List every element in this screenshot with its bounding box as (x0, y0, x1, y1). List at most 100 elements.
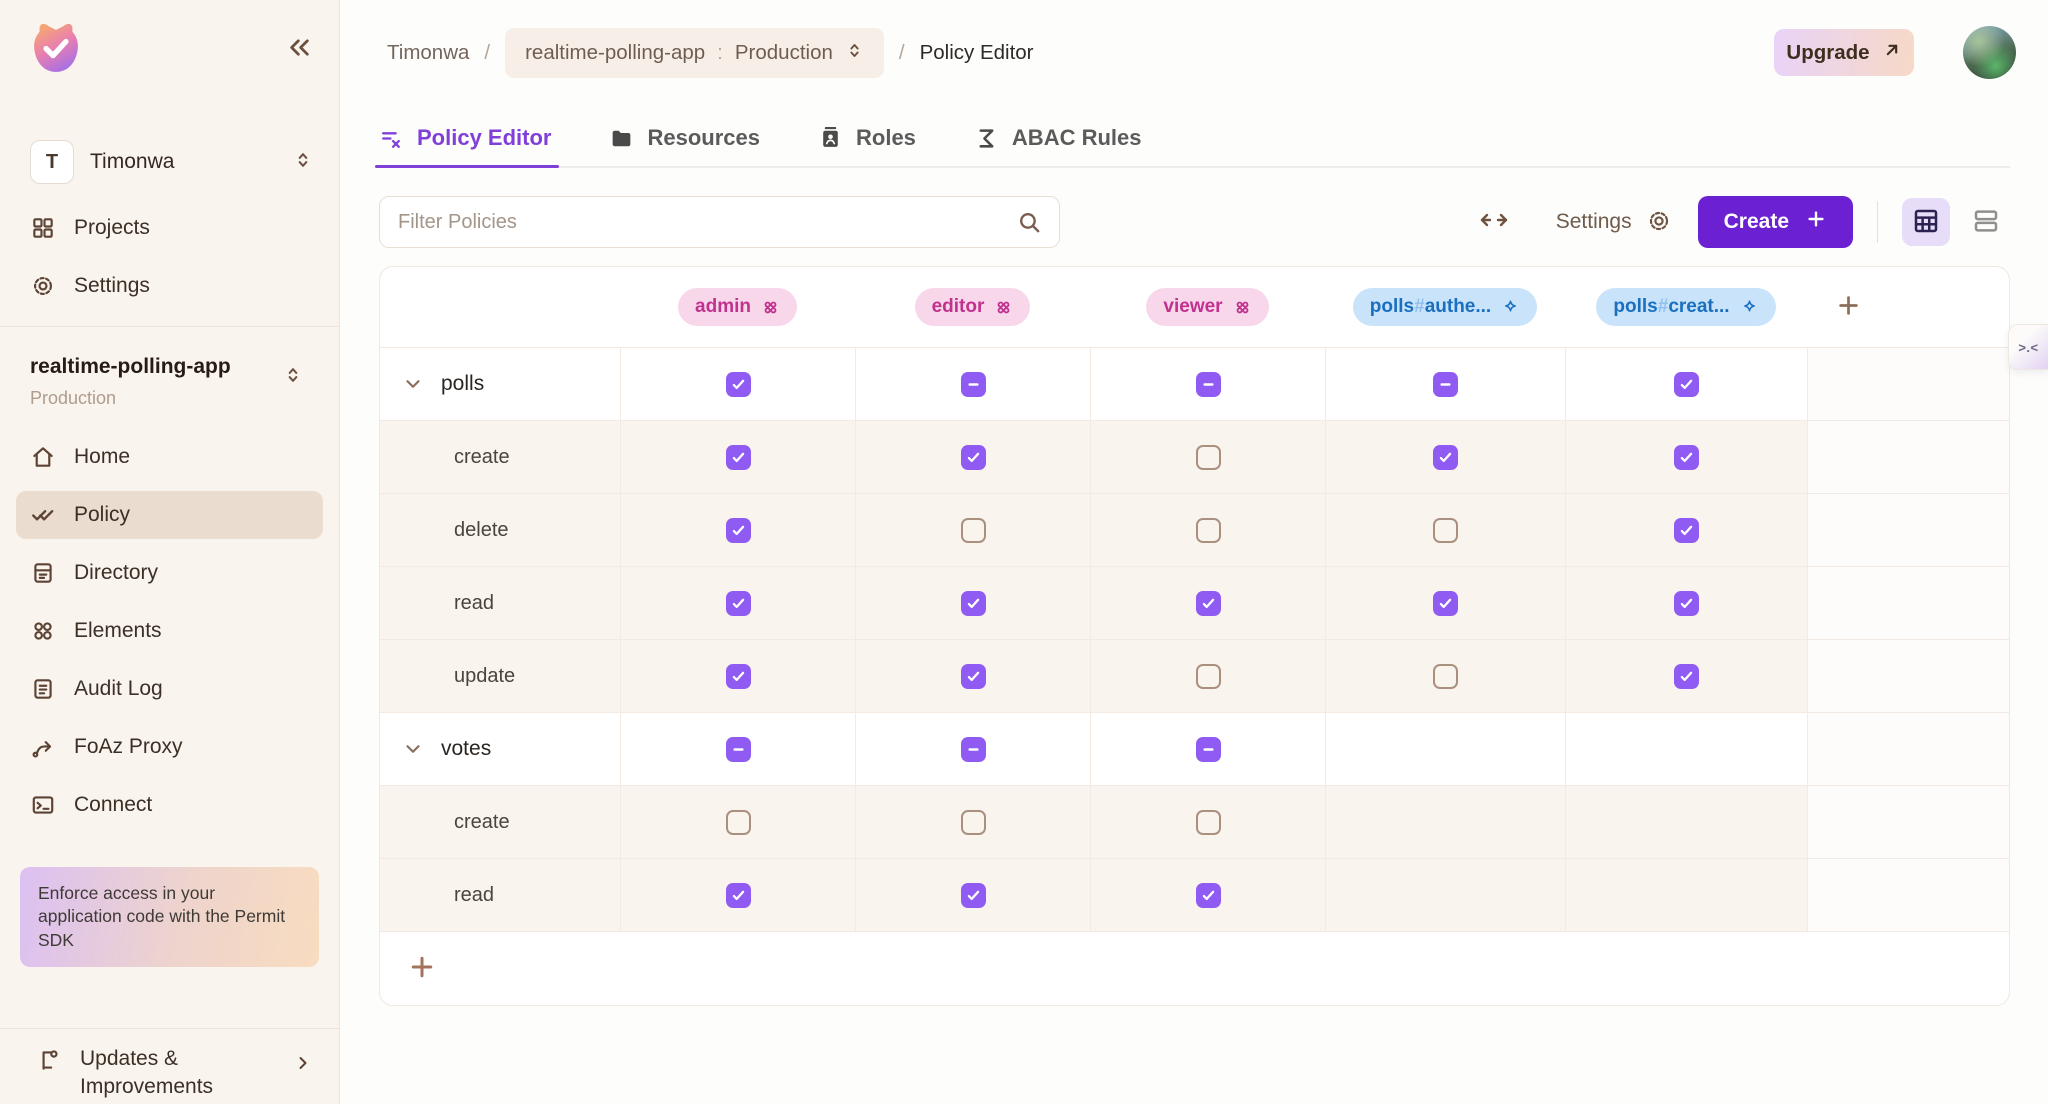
permission-cell (620, 421, 855, 493)
permission-checkbox-checked[interactable] (726, 445, 751, 470)
home-icon (30, 444, 56, 470)
permission-checkbox-checked[interactable] (726, 883, 751, 908)
permission-checkbox-unchecked[interactable] (1433, 518, 1458, 543)
matrix-empty-cell (1807, 786, 2009, 858)
tab-resources[interactable]: Resources (609, 110, 760, 166)
role-circles-icon (761, 298, 780, 317)
role-chip[interactable]: viewer (1146, 288, 1268, 326)
permission-cell (855, 640, 1090, 712)
toolbar: Settings Create (379, 196, 2010, 248)
action-name: create (454, 446, 510, 469)
sidebar-item-settings[interactable]: Settings (16, 262, 323, 310)
permission-checkbox-checked[interactable] (1433, 591, 1458, 616)
floating-side-tab[interactable]: >.< (2008, 324, 2048, 370)
permission-checkbox-checked[interactable] (961, 445, 986, 470)
permission-checkbox-unchecked[interactable] (961, 518, 986, 543)
sigma-icon (974, 126, 999, 151)
policy-settings-button[interactable] (1646, 208, 1672, 237)
permission-checkbox-checked[interactable] (726, 591, 751, 616)
permission-checkbox-unchecked[interactable] (1196, 664, 1221, 689)
sidebar-item-directory[interactable]: Directory (16, 549, 323, 597)
sidebar-item-policy[interactable]: Policy (16, 491, 323, 539)
permission-checkbox-checked[interactable] (1674, 518, 1699, 543)
sidebar-item-connect[interactable]: Connect (16, 781, 323, 829)
table-view-toggle[interactable] (1902, 198, 1950, 246)
upgrade-button[interactable]: Upgrade (1774, 29, 1914, 76)
permission-checkbox-checked[interactable] (1674, 445, 1699, 470)
permission-checkbox-indeterminate[interactable] (1196, 372, 1221, 397)
permission-checkbox-checked[interactable] (961, 591, 986, 616)
sidebar-item-label: Connect (74, 793, 152, 817)
permission-checkbox-unchecked[interactable] (1196, 518, 1221, 543)
sidebar-collapse-button[interactable] (286, 34, 313, 64)
permission-checkbox-checked[interactable] (1674, 591, 1699, 616)
expand-columns-icon[interactable] (1478, 208, 1510, 237)
breadcrumb-separator: / (484, 41, 490, 65)
role-chip[interactable]: admin (678, 288, 797, 326)
permission-checkbox-checked[interactable] (1196, 591, 1221, 616)
permission-checkbox-indeterminate[interactable] (1196, 737, 1221, 762)
permission-checkbox-checked[interactable] (961, 883, 986, 908)
permission-checkbox-checked[interactable] (961, 664, 986, 689)
sidebar-item-projects[interactable]: Projects (16, 204, 323, 252)
permission-checkbox-checked[interactable] (1433, 445, 1458, 470)
arrow-up-right-icon (1882, 40, 1902, 66)
workspace-name: Timonwa (90, 150, 277, 174)
project-selector[interactable]: realtime-polling-app Production (0, 343, 339, 409)
chevron-updown-icon (293, 150, 313, 175)
permission-checkbox-unchecked[interactable] (961, 810, 986, 835)
tab-roles[interactable]: Roles (818, 110, 916, 166)
table-view-icon (1911, 206, 1941, 239)
matrix-footer-row (380, 931, 2009, 1005)
permission-checkbox-checked[interactable] (726, 372, 751, 397)
permission-checkbox-unchecked[interactable] (1196, 445, 1221, 470)
sidebar-item-elements[interactable]: Elements (16, 607, 323, 655)
workspace-selector[interactable]: T Timonwa (30, 140, 313, 184)
filter-policies-input[interactable] (379, 196, 1060, 248)
sidebar-item-home[interactable]: Home (16, 433, 323, 481)
matrix-row: read (380, 566, 2009, 639)
list-view-icon (1971, 206, 2001, 239)
permission-cell (1090, 348, 1325, 420)
permission-checkbox-indeterminate[interactable] (1433, 372, 1458, 397)
permission-cell (1565, 786, 1807, 858)
matrix-empty-cell (1807, 713, 2009, 785)
resource-row-label[interactable]: votes (380, 713, 620, 785)
sidebar-item-foaz-proxy[interactable]: FoAz Proxy (16, 723, 323, 771)
matrix-empty-cell (1807, 494, 2009, 566)
action-name: read (454, 592, 494, 615)
permission-cell (1090, 640, 1325, 712)
tab-abac-rules[interactable]: ABAC Rules (974, 110, 1142, 166)
role-chip[interactable]: editor (915, 288, 1031, 326)
sidebar-item-updates[interactable]: Updates & Improvements (0, 1028, 339, 1104)
breadcrumb-workspace[interactable]: Timonwa (387, 41, 469, 65)
permission-checkbox-checked[interactable] (726, 518, 751, 543)
permission-checkbox-checked[interactable] (1196, 883, 1221, 908)
resource-set-chip[interactable]: polls#creat... (1596, 288, 1775, 326)
chevron-updown-icon (845, 41, 864, 66)
resource-row-label[interactable]: polls (380, 348, 620, 420)
permission-checkbox-indeterminate[interactable] (961, 372, 986, 397)
permission-checkbox-checked[interactable] (1674, 664, 1699, 689)
list-view-toggle[interactable] (1962, 198, 2010, 246)
breadcrumb-project-env-selector[interactable]: realtime-polling-app : Production (505, 28, 884, 78)
tab-policy-editor[interactable]: Policy Editor (379, 110, 551, 166)
add-resource-button[interactable] (407, 952, 437, 985)
permission-checkbox-indeterminate[interactable] (961, 737, 986, 762)
permission-cell (1090, 494, 1325, 566)
permission-checkbox-checked[interactable] (726, 664, 751, 689)
permission-checkbox-unchecked[interactable] (1433, 664, 1458, 689)
policy-settings-label[interactable]: Settings (1556, 210, 1632, 234)
sidebar-divider (0, 326, 339, 327)
create-button[interactable]: Create (1698, 196, 1853, 248)
permission-checkbox-indeterminate[interactable] (726, 737, 751, 762)
permission-checkbox-unchecked[interactable] (1196, 810, 1221, 835)
projects-icon (30, 215, 56, 241)
sidebar-item-audit-log[interactable]: Audit Log (16, 665, 323, 713)
permission-checkbox-unchecked[interactable] (726, 810, 751, 835)
user-avatar[interactable] (1963, 26, 2016, 79)
resource-set-chip[interactable]: polls#authe... (1353, 288, 1537, 326)
permission-checkbox-checked[interactable] (1674, 372, 1699, 397)
add-role-button[interactable] (1835, 292, 1862, 322)
sdk-promo-card: Enforce access in your application code … (20, 867, 319, 967)
